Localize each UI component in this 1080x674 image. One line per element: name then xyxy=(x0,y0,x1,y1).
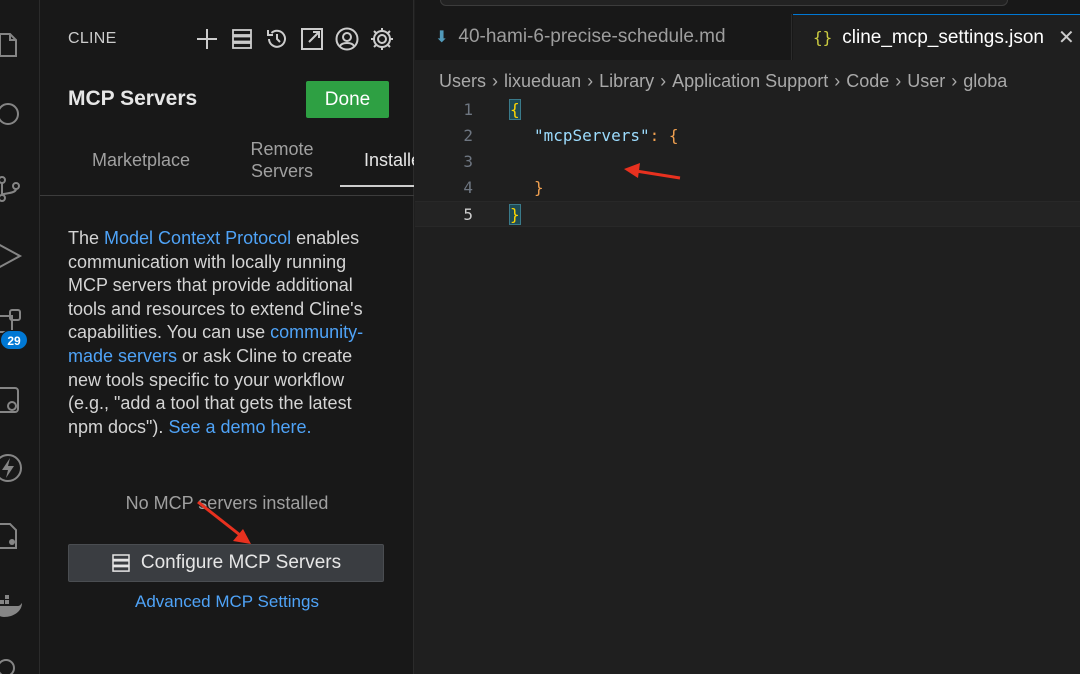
popout-icon[interactable] xyxy=(299,26,325,52)
code-text: "mcpServers": { xyxy=(534,123,679,149)
search-icon[interactable] xyxy=(0,98,24,130)
code-line: 2 "mcpServers": { xyxy=(415,123,1080,149)
lightning-icon[interactable] xyxy=(0,452,24,484)
server-icon xyxy=(112,554,130,572)
json-key: "mcpServers" xyxy=(534,126,650,145)
tab-marketplace[interactable]: Marketplace xyxy=(92,149,190,171)
cline-sidebar: CLINE MCP Servers Done Marketplace Remot… xyxy=(40,0,414,674)
configure-mcp-servers-button[interactable]: Configure MCP Servers xyxy=(68,544,384,582)
json-punct: : { xyxy=(649,126,679,145)
empty-state-message: No MCP servers installed xyxy=(125,493,329,513)
editor-tab-label: cline_mcp_settings.json xyxy=(842,26,1044,48)
editor-tab-label: 40-hami-6-precise-schedule.md xyxy=(458,26,726,47)
breadcrumb-item[interactable]: lixueduan xyxy=(504,71,581,91)
mcp-description: The Model Context Protocol enables commu… xyxy=(68,227,388,439)
source-control-icon[interactable] xyxy=(0,172,24,204)
advanced-mcp-settings-link[interactable]: Advanced MCP Settings xyxy=(40,592,414,612)
chevron-right-icon: › xyxy=(951,71,958,91)
code-line-active: 5 } xyxy=(415,201,1080,227)
breadcrumb-item[interactable]: User xyxy=(907,71,945,91)
settings-gear-icon[interactable] xyxy=(369,26,395,52)
mcp-servers-icon[interactable] xyxy=(229,26,255,52)
chevron-right-icon: › xyxy=(587,71,594,91)
docker-icon[interactable] xyxy=(0,590,24,622)
chevron-right-icon: › xyxy=(834,71,841,91)
code-line: 3 xyxy=(415,149,1080,175)
json-braces-icon: {} xyxy=(813,28,833,47)
history-icon[interactable] xyxy=(264,26,290,52)
breadcrumb: Users › lixueduan › Library › Application Supp… xyxy=(439,71,1007,92)
line-number: 4 xyxy=(463,178,473,197)
plus-icon[interactable] xyxy=(194,26,220,52)
editor-area: ⬇ 40-hami-6-precise-schedule.md {} cline… xyxy=(415,0,1080,674)
done-button[interactable]: Done xyxy=(306,81,389,118)
close-icon[interactable]: ✕ xyxy=(1058,25,1075,50)
breadcrumb-item[interactable]: Users xyxy=(439,71,486,91)
model-context-protocol-link[interactable]: Model Context Protocol xyxy=(104,228,291,248)
remote-explorer-icon[interactable] xyxy=(0,384,24,416)
code-text: } xyxy=(509,202,521,228)
account-icon[interactable] xyxy=(0,654,24,674)
code-text: { xyxy=(509,97,521,123)
code-line: 4 } xyxy=(415,175,1080,201)
configure-label: Configure MCP Servers xyxy=(140,552,342,573)
chevron-right-icon: › xyxy=(492,71,499,91)
code-line: 1 { xyxy=(415,97,1080,123)
editor-tabbar: ⬇ 40-hami-6-precise-schedule.md {} cline… xyxy=(415,0,1080,60)
demo-link[interactable]: See a demo here. xyxy=(168,417,311,437)
brace-open: { xyxy=(509,99,521,120)
tab-installed[interactable]: Installed xyxy=(340,149,414,187)
line-number: 1 xyxy=(463,100,473,119)
testing-icon[interactable] xyxy=(0,520,24,552)
command-center[interactable] xyxy=(440,0,1008,6)
line-number: 3 xyxy=(463,152,473,171)
extensions-badge: 29 xyxy=(0,330,28,350)
breadcrumb-item[interactable]: Application Support xyxy=(672,71,828,91)
tab-remote-servers[interactable]: Remote Servers xyxy=(242,138,322,182)
line-number: 5 xyxy=(463,205,473,224)
sidebar-actions xyxy=(194,26,395,52)
breadcrumb-item[interactable]: Library xyxy=(599,71,654,91)
markdown-icon: ⬇ xyxy=(435,29,449,46)
breadcrumb-item[interactable]: Code xyxy=(846,71,889,91)
brace-close: } xyxy=(509,204,521,225)
desc-text-1: The xyxy=(68,228,105,248)
line-number: 2 xyxy=(463,126,473,145)
activity-bar: 29 xyxy=(0,0,40,674)
mcp-servers-title: MCP Servers xyxy=(68,87,198,110)
code-text: } xyxy=(534,178,544,197)
files-icon[interactable] xyxy=(0,30,24,62)
account-circle-icon[interactable] xyxy=(334,26,360,52)
sidebar-header: CLINE xyxy=(68,30,117,47)
run-debug-icon[interactable] xyxy=(0,240,24,272)
mcp-tabs: Marketplace Remote Servers Installed xyxy=(40,130,414,196)
chevron-right-icon: › xyxy=(895,71,902,91)
chevron-right-icon: › xyxy=(660,71,667,91)
editor-tab-json[interactable]: {} cline_mcp_settings.json ✕ xyxy=(793,14,1080,60)
breadcrumb-item[interactable]: globa xyxy=(963,71,1007,91)
code-editor[interactable]: 1 { 2 "mcpServers": { 3 4 } 5 } xyxy=(415,97,1080,227)
editor-tab-markdown[interactable]: ⬇ 40-hami-6-precise-schedule.md xyxy=(415,14,792,60)
